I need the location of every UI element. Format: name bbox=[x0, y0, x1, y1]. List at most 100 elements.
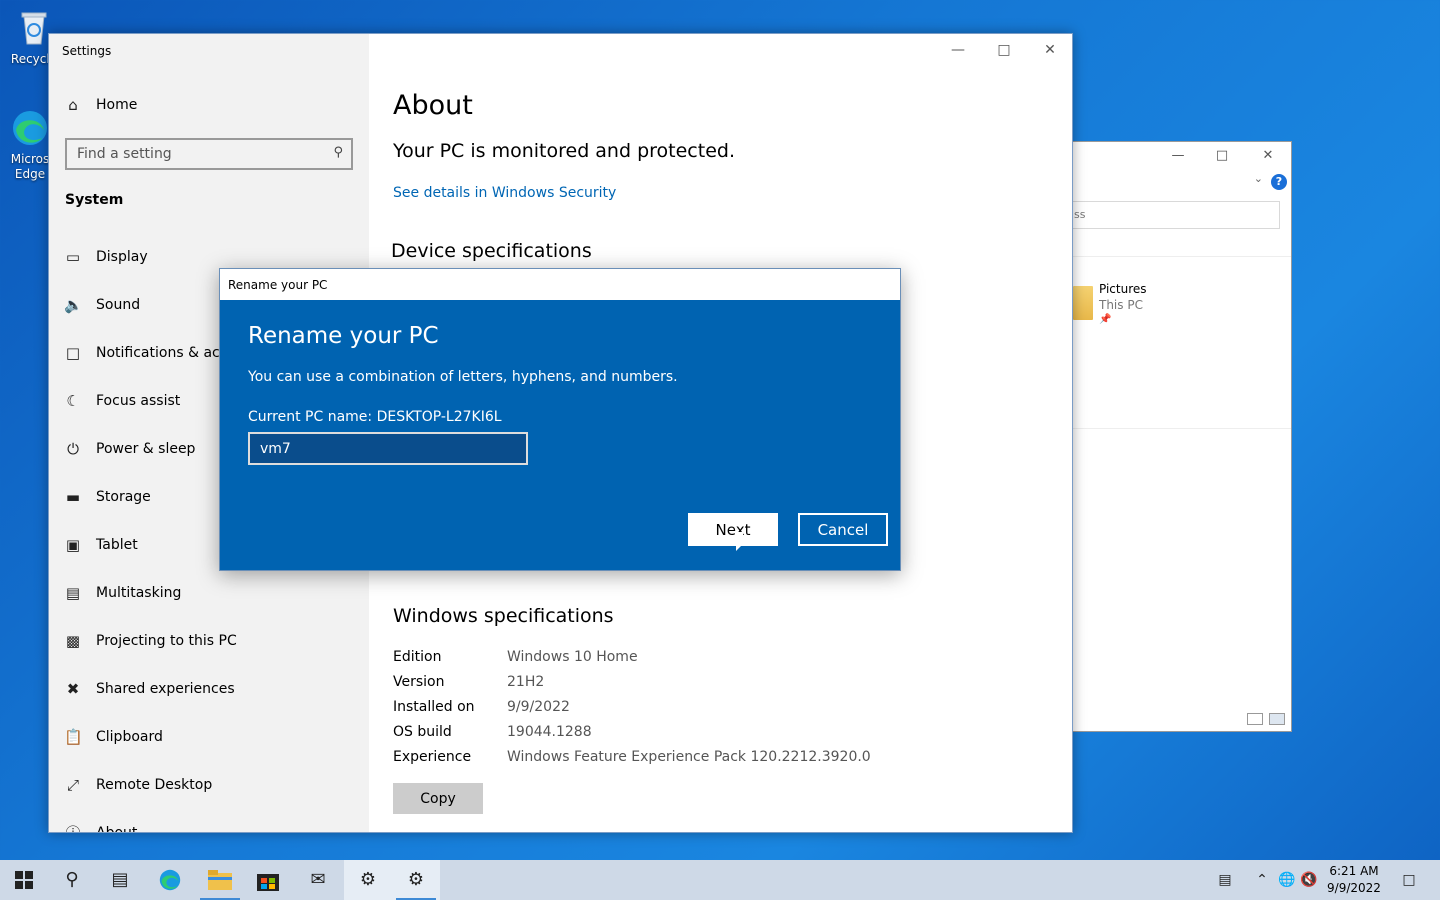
spec-key: OS build bbox=[393, 724, 452, 740]
help-icon[interactable]: ? bbox=[1271, 174, 1287, 190]
page-title: About bbox=[393, 90, 473, 121]
spec-row-installed-on: Installed on 9/9/2022 bbox=[393, 699, 1053, 721]
dialog-titlebar: Rename your PC bbox=[220, 269, 900, 300]
spec-value: 19044.1288 bbox=[507, 724, 592, 740]
divider bbox=[1073, 428, 1291, 429]
minimize-icon[interactable]: — bbox=[1165, 146, 1191, 166]
sidebar-item-projecting[interactable]: ▩ Projecting to this PC bbox=[49, 622, 369, 662]
spec-value: Windows 10 Home bbox=[507, 649, 638, 665]
setup-app-icon[interactable]: ⚙ bbox=[344, 860, 392, 900]
file-explorer-icon[interactable] bbox=[196, 860, 244, 900]
item-name: Pictures bbox=[1099, 282, 1147, 296]
sidebar-item-about[interactable]: ⓘ About bbox=[49, 814, 369, 833]
spec-value: 21H2 bbox=[507, 674, 545, 690]
news-icon[interactable]: ▤ bbox=[1210, 860, 1240, 900]
nav-label: Home bbox=[96, 97, 138, 113]
mail-icon[interactable]: ✉ bbox=[294, 860, 342, 900]
nav-label: Shared experiences bbox=[96, 681, 235, 697]
nav-home[interactable]: ⌂ Home bbox=[49, 86, 369, 126]
nav-label: Remote Desktop bbox=[96, 777, 213, 793]
quick-access-item[interactable]: Pictures This PC 📌 bbox=[1099, 282, 1147, 325]
spec-key: Edition bbox=[393, 649, 442, 665]
maximize-icon[interactable]: □ bbox=[1209, 146, 1235, 166]
nav-label: Power & sleep bbox=[96, 441, 196, 457]
volume-muted-icon[interactable]: 🔇 bbox=[1298, 860, 1320, 900]
clipboard-icon: 📋 bbox=[64, 728, 83, 746]
monitor-icon: ▭ bbox=[65, 248, 81, 266]
taskbar: ⚲ ▤ ✉ ⚙ ⚙ ▤ ⌃ 🌐 🔇 6:21 AM 9/9/2022 □ bbox=[0, 860, 1440, 900]
projector-icon: ▩ bbox=[65, 632, 81, 650]
tablet-icon: ▣ bbox=[65, 536, 81, 554]
item-location: This PC bbox=[1099, 298, 1143, 312]
dialog-description: You can use a combination of letters, hy… bbox=[248, 369, 678, 385]
sidebar-item-clipboard[interactable]: 📋 Clipboard bbox=[49, 718, 369, 758]
info-icon: ⓘ bbox=[65, 824, 81, 833]
power-icon: ⏻ bbox=[67, 440, 79, 458]
taskbar-clock[interactable]: 6:21 AM 9/9/2022 bbox=[1322, 863, 1386, 897]
protection-status: Your PC is monitored and protected. bbox=[393, 140, 735, 162]
windows-specs-heading: Windows specifications bbox=[393, 605, 614, 627]
section-title: System bbox=[65, 192, 124, 208]
chevron-down-icon[interactable]: ⌄ bbox=[1254, 172, 1263, 185]
nav-label: Projecting to this PC bbox=[96, 633, 237, 649]
speaker-icon: 🔈 bbox=[64, 296, 83, 314]
security-details-link[interactable]: See details in Windows Security bbox=[393, 185, 616, 201]
minimize-icon[interactable]: — bbox=[943, 40, 973, 60]
clock-time: 6:21 AM bbox=[1329, 864, 1379, 878]
chevron-up-icon[interactable]: ⌃ bbox=[1250, 860, 1274, 900]
device-specs-heading: Device specifications bbox=[391, 240, 592, 262]
spec-row-edition: Edition Windows 10 Home bbox=[393, 649, 1053, 671]
multitasking-icon: ▤ bbox=[65, 584, 81, 602]
edge-icon bbox=[10, 108, 50, 148]
next-button[interactable]: Next bbox=[688, 513, 778, 546]
search-box[interactable]: ⚲ bbox=[65, 138, 353, 170]
edge-icon[interactable] bbox=[146, 860, 194, 900]
cancel-button[interactable]: Cancel bbox=[798, 513, 888, 546]
search-icon[interactable]: ⚲ bbox=[48, 860, 96, 900]
nav-label: Tablet bbox=[96, 537, 138, 553]
copy-button[interactable]: Copy bbox=[393, 783, 483, 814]
rename-pc-dialog[interactable]: Rename your PC Rename your PC You can us… bbox=[219, 268, 901, 571]
sidebar-item-shared-experiences[interactable]: ✖ Shared experiences bbox=[49, 670, 369, 710]
pc-name-input[interactable] bbox=[248, 432, 528, 465]
large-icons-view-icon[interactable] bbox=[1269, 713, 1285, 725]
home-icon: ⌂ bbox=[68, 96, 78, 114]
nav-label: Notifications & actio bbox=[96, 345, 238, 361]
spec-row-os-build: OS build 19044.1288 bbox=[393, 724, 1053, 746]
search-input[interactable] bbox=[67, 140, 317, 168]
moon-icon: ☾ bbox=[66, 392, 80, 410]
action-center-icon[interactable]: □ bbox=[1394, 860, 1424, 900]
network-globe-icon[interactable]: 🌐 bbox=[1276, 860, 1298, 900]
task-view-icon[interactable]: ▤ bbox=[96, 860, 144, 900]
folder-icon bbox=[1073, 286, 1093, 320]
sidebar-item-remote-desktop[interactable]: ⤢ Remote Desktop bbox=[49, 766, 369, 806]
explorer-titlebar: — □ ✕ bbox=[1073, 142, 1291, 170]
nav-label: Multitasking bbox=[96, 585, 182, 601]
divider bbox=[1073, 256, 1291, 257]
windows-start-icon[interactable] bbox=[0, 860, 48, 900]
nav-label: Clipboard bbox=[96, 729, 163, 745]
nav-label: Sound bbox=[96, 297, 141, 313]
search-icon[interactable]: ⚲ bbox=[333, 145, 343, 160]
pin-icon: 📌 bbox=[1099, 314, 1112, 325]
search-box[interactable]: ss bbox=[1069, 201, 1280, 229]
nav-label: About bbox=[96, 825, 138, 833]
clock-date: 9/9/2022 bbox=[1327, 881, 1381, 895]
settings-gear-icon[interactable]: ⚙ bbox=[392, 860, 440, 900]
spec-value: Windows Feature Experience Pack 120.2212… bbox=[507, 749, 871, 765]
dialog-heading: Rename your PC bbox=[248, 323, 439, 349]
nav-label: Focus assist bbox=[96, 393, 181, 409]
store-icon[interactable] bbox=[244, 860, 292, 900]
close-icon[interactable]: ✕ bbox=[1035, 40, 1065, 60]
maximize-icon[interactable]: □ bbox=[989, 40, 1019, 60]
shared-icon: ✖ bbox=[66, 680, 80, 698]
storage-icon: ▬ bbox=[65, 488, 81, 506]
mouse-pointer-icon bbox=[736, 532, 743, 551]
file-explorer-window[interactable]: — □ ✕ ⌄ ? ss Pictures This PC 📌 bbox=[1069, 141, 1292, 732]
details-view-icon[interactable] bbox=[1247, 713, 1263, 725]
sidebar-item-multitasking[interactable]: ▤ Multitasking bbox=[49, 574, 369, 614]
nav-label: Display bbox=[96, 249, 148, 265]
window-title: Settings bbox=[62, 44, 112, 58]
close-icon[interactable]: ✕ bbox=[1255, 146, 1281, 166]
current-pc-name: Current PC name: DESKTOP-L27KI6L bbox=[248, 409, 502, 425]
